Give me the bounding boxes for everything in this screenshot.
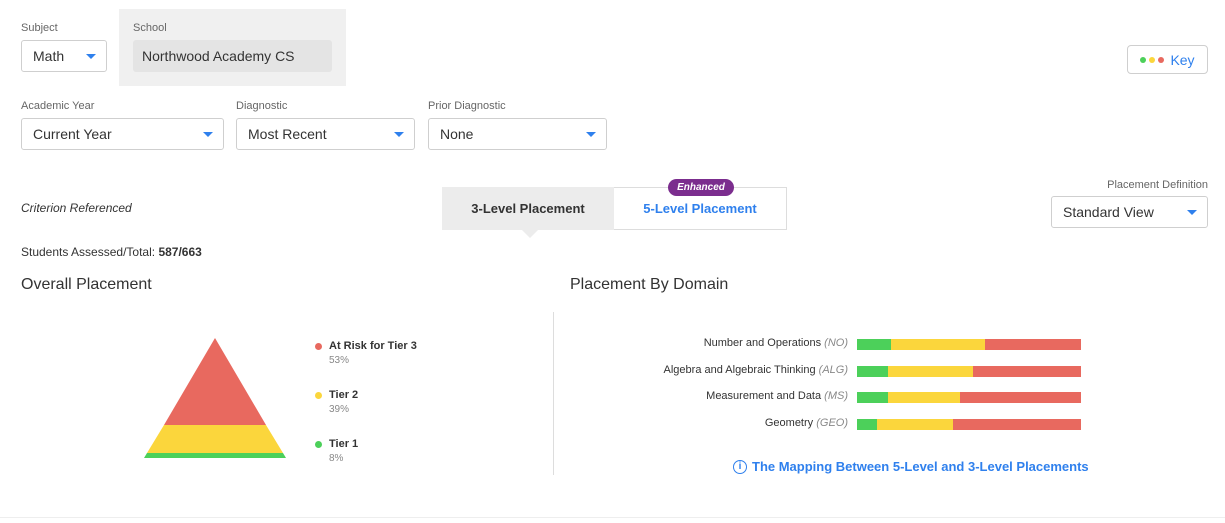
academic-year-value: Current Year — [33, 126, 112, 142]
mapping-info-link[interactable]: i The Mapping Between 5-Level and 3-Leve… — [733, 459, 1089, 474]
domain-row-no: Number and Operations (NO) — [600, 337, 1081, 350]
domain-label: Geometry (GEO) — [764, 417, 848, 429]
prior-diagnostic-label: Prior Diagnostic — [428, 100, 506, 112]
legend-label: Tier 1 — [329, 438, 359, 450]
legend-label: Tier 2 — [329, 389, 359, 401]
bar-segment-red — [973, 366, 1081, 377]
caret-down-icon — [1187, 210, 1197, 215]
caret-down-icon — [394, 132, 404, 137]
students-assessed: Students Assessed/Total: 587/663 — [21, 245, 202, 259]
legend-percent: 53% — [329, 355, 350, 366]
domain-bar — [857, 392, 1081, 403]
prior-diagnostic-value: None — [440, 126, 474, 142]
bar-segment-green — [857, 366, 889, 377]
tab-3-level-placement[interactable]: 3-Level Placement — [442, 187, 614, 238]
placement-pyramid — [144, 338, 286, 458]
criterion-referenced-text: Criterion Referenced — [21, 201, 132, 215]
green-dot — [1140, 56, 1147, 63]
legend-percent: 39% — [329, 404, 350, 415]
domain-label: Measurement and Data (MS) — [706, 390, 848, 402]
subject-select[interactable]: Math — [21, 40, 107, 72]
domain-row-ms: Measurement and Data (MS) — [600, 390, 1081, 403]
domain-label: Number and Operations (NO) — [703, 337, 848, 349]
bottom-divider — [0, 517, 1225, 518]
bar-segment-red — [953, 419, 1081, 430]
traffic-light-icon — [1140, 56, 1165, 63]
mapping-link-label: The Mapping Between 5-Level and 3-Level … — [752, 459, 1089, 474]
students-assessed-label: Students Assessed/Total: — [21, 245, 156, 259]
diagnostic-value: Most Recent — [248, 126, 327, 142]
subject-value: Math — [33, 48, 65, 64]
enhanced-badge: Enhanced — [668, 179, 734, 196]
caret-down-icon — [586, 132, 596, 137]
red-dot — [1158, 56, 1165, 63]
bar-segment-yellow — [877, 419, 954, 430]
legend-percent: 8% — [329, 453, 344, 464]
section-divider — [553, 312, 554, 475]
placement-definition-value: Standard View — [1063, 204, 1154, 220]
pyramid-tier-3-segment — [164, 338, 266, 425]
prior-diagnostic-select[interactable]: None — [428, 118, 607, 150]
domain-row-geo: Geometry (GEO) — [600, 417, 1081, 430]
overall-placement-title: Overall Placement — [21, 276, 152, 293]
red-dot — [315, 343, 322, 350]
caret-down-icon — [203, 132, 213, 137]
yellow-dot — [315, 392, 322, 399]
placement-by-domain-title: Placement By Domain — [570, 276, 729, 293]
bar-segment-yellow — [888, 366, 974, 377]
pyramid-tier-2-segment — [147, 425, 283, 453]
subject-label: Subject — [21, 22, 58, 34]
domain-bar — [857, 419, 1081, 430]
domain-bar — [857, 366, 1081, 377]
pyramid-tier-1-segment — [144, 453, 286, 458]
diagnostic-select[interactable]: Most Recent — [236, 118, 415, 150]
diagnostic-label: Diagnostic — [236, 100, 288, 112]
bar-segment-red — [960, 392, 1081, 403]
key-label: Key — [1170, 51, 1195, 68]
yellow-dot — [1149, 56, 1156, 63]
school-label: School — [133, 22, 167, 34]
bar-segment-red — [984, 339, 1081, 350]
academic-year-select[interactable]: Current Year — [21, 118, 224, 150]
caret-down-icon — [86, 54, 96, 59]
academic-year-label: Academic Year — [21, 100, 95, 112]
key-button[interactable]: Key — [1127, 45, 1208, 74]
domain-bar — [857, 339, 1081, 350]
bar-segment-green — [857, 392, 889, 403]
bar-segment-yellow — [888, 392, 961, 403]
placement-definition-select[interactable]: Standard View — [1051, 196, 1208, 228]
placement-definition-label: Placement Definition — [1107, 179, 1208, 191]
green-dot — [315, 441, 322, 448]
domain-label: Algebra and Algebraic Thinking (ALG) — [663, 364, 848, 376]
students-assessed-value: 587/663 — [158, 245, 202, 259]
info-icon: i — [733, 459, 747, 474]
bar-segment-yellow — [890, 339, 985, 350]
bar-segment-green — [857, 339, 891, 350]
domain-row-alg: Algebra and Algebraic Thinking (ALG) — [600, 364, 1081, 377]
bar-segment-green — [857, 419, 878, 430]
school-field: Northwood Academy CS — [133, 40, 332, 72]
placement-toggle: 3-Level Placement 5-Level Placement — [442, 187, 787, 238]
legend-label: At Risk for Tier 3 — [329, 340, 417, 352]
